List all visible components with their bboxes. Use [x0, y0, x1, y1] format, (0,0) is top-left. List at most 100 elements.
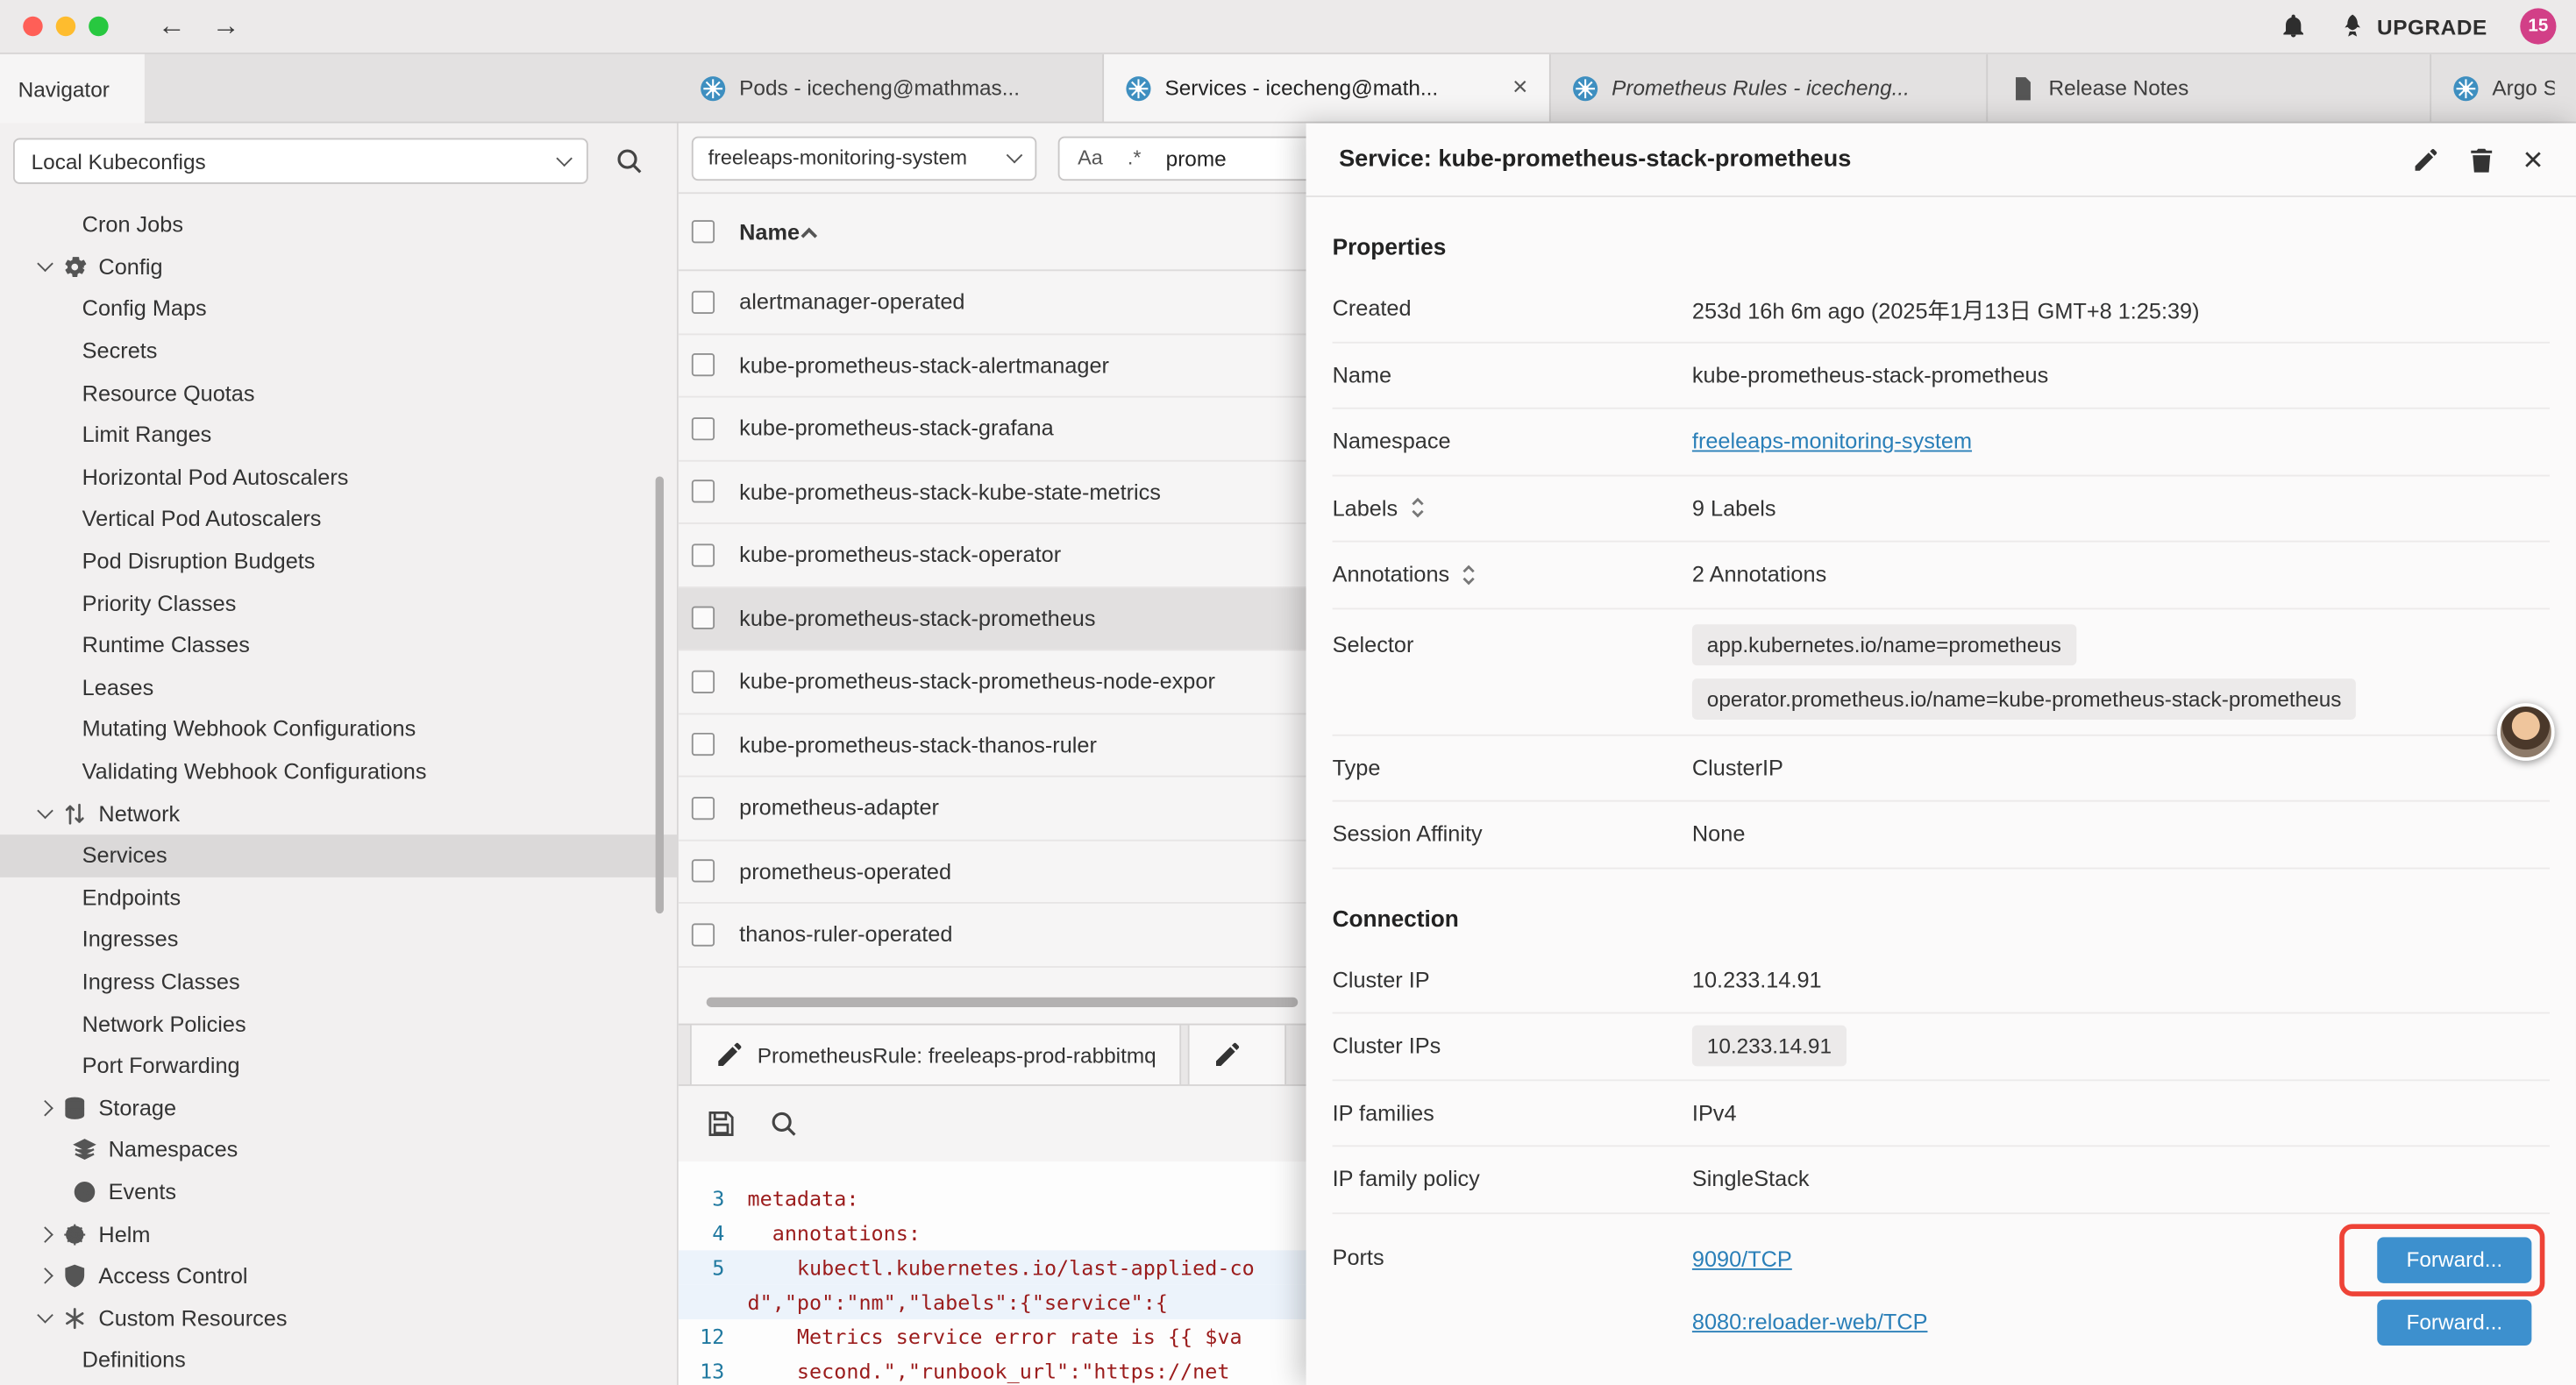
tab-prometheus-rules[interactable]: Prometheus Rules - icecheng...	[1551, 54, 1988, 122]
row-checkbox[interactable]	[692, 733, 715, 756]
close-window-button[interactable]	[23, 17, 42, 36]
sidebar-item-resource-quotas[interactable]: Resource Quotas	[0, 372, 677, 414]
sidebar-scrollbar[interactable]	[656, 477, 664, 914]
row-checkbox[interactable]	[692, 797, 715, 820]
back-arrow-icon[interactable]: ←	[158, 10, 186, 42]
service-name: kube-prometheus-stack-alertmanager	[739, 353, 1109, 378]
sidebar-item-label: Network	[98, 801, 180, 826]
forward-button[interactable]: Forward...	[2377, 1299, 2531, 1345]
sidebar-item-storage[interactable]: Storage	[0, 1087, 677, 1129]
sidebar-item-pod-disruption-budgets[interactable]: Pod Disruption Budgets	[0, 540, 677, 582]
row-checkbox[interactable]	[692, 480, 715, 503]
sidebar-item-horizontal-pod-autoscalers[interactable]: Horizontal Pod Autoscalers	[0, 456, 677, 498]
forward-arrow-icon[interactable]: →	[212, 10, 240, 42]
sidebar-item-endpoints[interactable]: Endpoints	[0, 877, 677, 919]
namespace-select[interactable]: freeleaps-monitoring-system	[692, 136, 1036, 181]
sidebar-item-network-policies[interactable]: Network Policies	[0, 1003, 677, 1045]
property-label: Ports	[1333, 1228, 1692, 1269]
sidebar-item-config-maps[interactable]: Config Maps	[0, 288, 677, 330]
close-icon[interactable]: ×	[1512, 73, 1528, 103]
name-column-header[interactable]: Name	[739, 219, 815, 244]
dock-tab-prometheusrule[interactable]: PrometheusRule: freeleaps-prod-rabbitmq	[690, 1026, 1181, 1084]
forward-button[interactable]: Forward...	[2377, 1236, 2531, 1282]
sidebar-item-network[interactable]: Network	[0, 792, 677, 835]
regex-toggle[interactable]: .*	[1128, 146, 1142, 169]
port-link[interactable]: 9090/TCP	[1692, 1247, 1792, 1272]
chevron-down-icon	[556, 151, 573, 167]
sidebar-item-limit-ranges[interactable]: Limit Ranges	[0, 414, 677, 456]
sidebar-item-ingress-classes[interactable]: Ingress Classes	[0, 961, 677, 1003]
sidebar-item-label: Ingresses	[82, 927, 179, 952]
notification-count-badge[interactable]: 15	[2520, 8, 2556, 44]
service-name: prometheus-adapter	[739, 796, 939, 820]
select-all-checkbox[interactable]	[692, 220, 715, 243]
port-link[interactable]: 8080:reloader-web/TCP	[1692, 1310, 1928, 1334]
property-row-ip-family-policy: IP family policy SingleStack	[1333, 1147, 2550, 1213]
upgrade-button[interactable]: UPGRADE	[2339, 13, 2487, 39]
row-checkbox[interactable]	[692, 607, 715, 629]
row-checkbox[interactable]	[692, 290, 715, 313]
sidebar-item-config[interactable]: Config	[0, 245, 677, 288]
edit-pencil-icon[interactable]	[2411, 146, 2439, 174]
trash-icon[interactable]	[2467, 146, 2495, 174]
bell-icon[interactable]	[2280, 13, 2306, 39]
property-value: SingleStack	[1692, 1167, 2550, 1191]
sidebar-item-label: Vertical Pod Autoscalers	[82, 507, 322, 531]
kubeconfig-select[interactable]: Local Kubeconfigs	[13, 138, 588, 183]
sidebar-item-custom-resources[interactable]: Custom Resources	[0, 1297, 677, 1339]
sidebar-item-port-forwarding[interactable]: Port Forwarding	[0, 1045, 677, 1087]
unfold-icon[interactable]	[1409, 497, 1426, 520]
selector-badge: app.kubernetes.io/name=prometheus	[1692, 623, 2076, 664]
tab-bar: Navigator Pods - icecheng@mathmas... Ser…	[0, 54, 2576, 124]
port-line: 9090/TCP Forward...	[1692, 1228, 2550, 1290]
sidebar-item-vertical-pod-autoscalers[interactable]: Vertical Pod Autoscalers	[0, 498, 677, 540]
match-case-toggle[interactable]: Aa	[1078, 146, 1103, 169]
row-checkbox[interactable]	[692, 860, 715, 883]
sidebar-item-secrets[interactable]: Secrets	[0, 330, 677, 372]
namespace-link[interactable]: freeleaps-monitoring-system	[1692, 430, 1972, 454]
tab-argo[interactable]: Argo Se	[2431, 54, 2576, 122]
row-checkbox[interactable]	[692, 670, 715, 692]
code-text: metadata:	[748, 1186, 859, 1211]
sidebar-item-runtime-classes[interactable]: Runtime Classes	[0, 624, 677, 666]
horizontal-scrollbar[interactable]	[707, 998, 1299, 1007]
sidebar-item-label: Definitions	[82, 1348, 186, 1373]
dock-tab-partial[interactable]	[1187, 1026, 1285, 1084]
row-checkbox[interactable]	[692, 923, 715, 946]
sidebar-item-access-control[interactable]: Access Control	[0, 1255, 677, 1297]
zoom-window-button[interactable]	[89, 17, 108, 36]
save-icon[interactable]	[707, 1108, 737, 1138]
sidebar-item-leases[interactable]: Leases	[0, 666, 677, 708]
tab-pods[interactable]: Pods - icecheng@mathmas...	[679, 54, 1104, 122]
code-text: annotations:	[748, 1221, 921, 1246]
row-checkbox[interactable]	[692, 543, 715, 566]
close-icon[interactable]: ×	[2523, 142, 2544, 176]
code-text: d","po":"nm","labels":{"service":{	[748, 1289, 1168, 1314]
navigator-tree: Cron Jobs Config Config Maps Secrets Res…	[0, 203, 677, 1381]
sidebar-item-label: Services	[82, 843, 167, 868]
tab-services[interactable]: Services - icecheng@math... ×	[1104, 54, 1551, 122]
sidebar-item-definitions[interactable]: Definitions	[0, 1339, 677, 1381]
unfold-icon[interactable]	[1461, 563, 1477, 586]
tab-release-notes[interactable]: Release Notes	[1988, 54, 2431, 122]
sidebar-item-label: Network Policies	[82, 1012, 246, 1036]
property-label: Name	[1333, 363, 1692, 387]
sidebar-item-helm[interactable]: Helm	[0, 1213, 677, 1255]
avatar[interactable]	[2497, 703, 2555, 761]
search-icon[interactable]	[769, 1108, 799, 1138]
sidebar-item-priority-classes[interactable]: Priority Classes	[0, 582, 677, 624]
sidebar-item-validating-webhook-configurations[interactable]: Validating Webhook Configurations	[0, 750, 677, 792]
sidebar-item-services[interactable]: Services	[0, 835, 677, 877]
sidebar-item-cron-jobs[interactable]: Cron Jobs	[0, 203, 677, 245]
sidebar-item-ingresses[interactable]: Ingresses	[0, 919, 677, 961]
sidebar-item-events[interactable]: Events	[0, 1171, 677, 1213]
chevron-right-icon	[37, 1268, 53, 1284]
sidebar-item-namespaces[interactable]: Namespaces	[0, 1129, 677, 1171]
row-checkbox[interactable]	[692, 417, 715, 440]
sidebar-item-label: Config	[98, 254, 162, 279]
search-icon[interactable]	[615, 146, 644, 176]
sidebar-item-mutating-webhook-configurations[interactable]: Mutating Webhook Configurations	[0, 708, 677, 750]
minimize-window-button[interactable]	[56, 17, 75, 36]
upgrade-rocket-icon	[2339, 13, 2366, 39]
row-checkbox[interactable]	[692, 353, 715, 376]
